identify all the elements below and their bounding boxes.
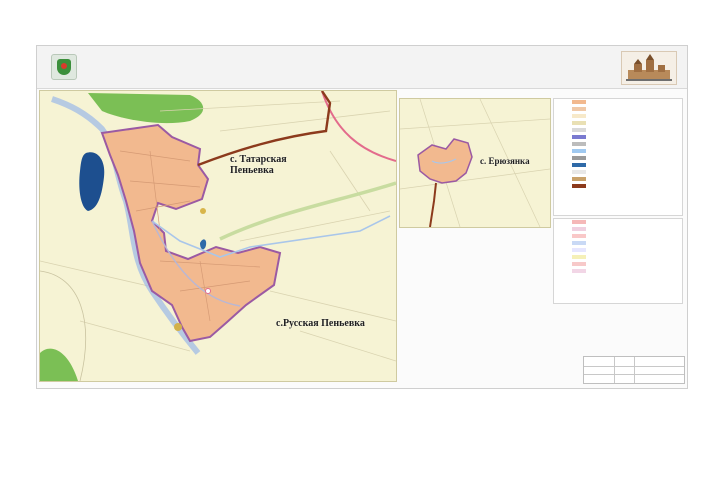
legend-swatch: [572, 248, 586, 252]
legend-swatch: [572, 234, 586, 238]
legend-item: [554, 183, 682, 190]
legend-item: [554, 99, 682, 106]
legend-item: [554, 226, 682, 233]
legend-swatch: [572, 163, 586, 167]
legend-swatch: [572, 142, 586, 146]
legend-swatch: [572, 121, 586, 125]
legend-item: [554, 134, 682, 141]
legend-item: [554, 155, 682, 162]
legend-swatch: [572, 100, 586, 104]
legend-item: [554, 219, 682, 226]
sheet-header: [37, 46, 687, 89]
legend-item: [554, 148, 682, 155]
poi-marker-icon: [205, 288, 211, 294]
cemetery-marker-icon-2: [174, 323, 182, 331]
legend-swatch: [572, 170, 586, 174]
legend-swatch: [572, 262, 586, 266]
legend-swatch: [572, 269, 586, 273]
church-logo-icon: [621, 51, 677, 85]
legend-swatch: [572, 135, 586, 139]
legend-item: [554, 247, 682, 254]
legend-item: [554, 261, 682, 268]
legend-item: [554, 106, 682, 113]
legend-swatch: [572, 107, 586, 111]
inset-map-panel[interactable]: с. Ерюзянка: [399, 98, 551, 228]
label-russkaya-penyevka: с.Русская Пеньевка: [276, 318, 365, 329]
legend-item: [554, 169, 682, 176]
title-stamp: [583, 356, 685, 384]
label-eryuzyanka: с. Ерюзянка: [480, 156, 530, 166]
legend-item: [554, 176, 682, 183]
coat-of-arms-icon: [51, 54, 77, 80]
legend-item: [554, 127, 682, 134]
main-map-panel[interactable]: с. Татарская Пеньевка с.Русская Пеньевка: [39, 90, 397, 382]
legend-swatch: [572, 128, 586, 132]
cemetery-marker-icon: [200, 208, 206, 214]
legend-swatch: [572, 227, 586, 231]
legend-swatch: [572, 114, 586, 118]
legend-item: [554, 120, 682, 127]
legend-item: [554, 113, 682, 120]
legend-swatch: [572, 156, 586, 160]
legend-panel: [553, 98, 683, 216]
legend-secondary-panel: [553, 218, 683, 304]
legend-item: [554, 162, 682, 169]
legend-item: [554, 254, 682, 261]
map-sheet: с. Татарская Пеньевка с.Русская Пеньевка…: [36, 45, 688, 389]
legend-swatch: [572, 220, 586, 224]
legend-item: [554, 141, 682, 148]
legend-item: [554, 233, 682, 240]
legend-item: [554, 240, 682, 247]
title-block: [197, 49, 537, 50]
legend-item: [554, 268, 682, 275]
legend-swatch: [572, 149, 586, 153]
legend-swatch: [572, 255, 586, 259]
legend-swatch: [572, 241, 586, 245]
label-tatarskaya-penyevka: с. Татарская Пеньевка: [230, 154, 287, 176]
legend-swatch: [572, 177, 586, 181]
legend-swatch: [572, 184, 586, 188]
